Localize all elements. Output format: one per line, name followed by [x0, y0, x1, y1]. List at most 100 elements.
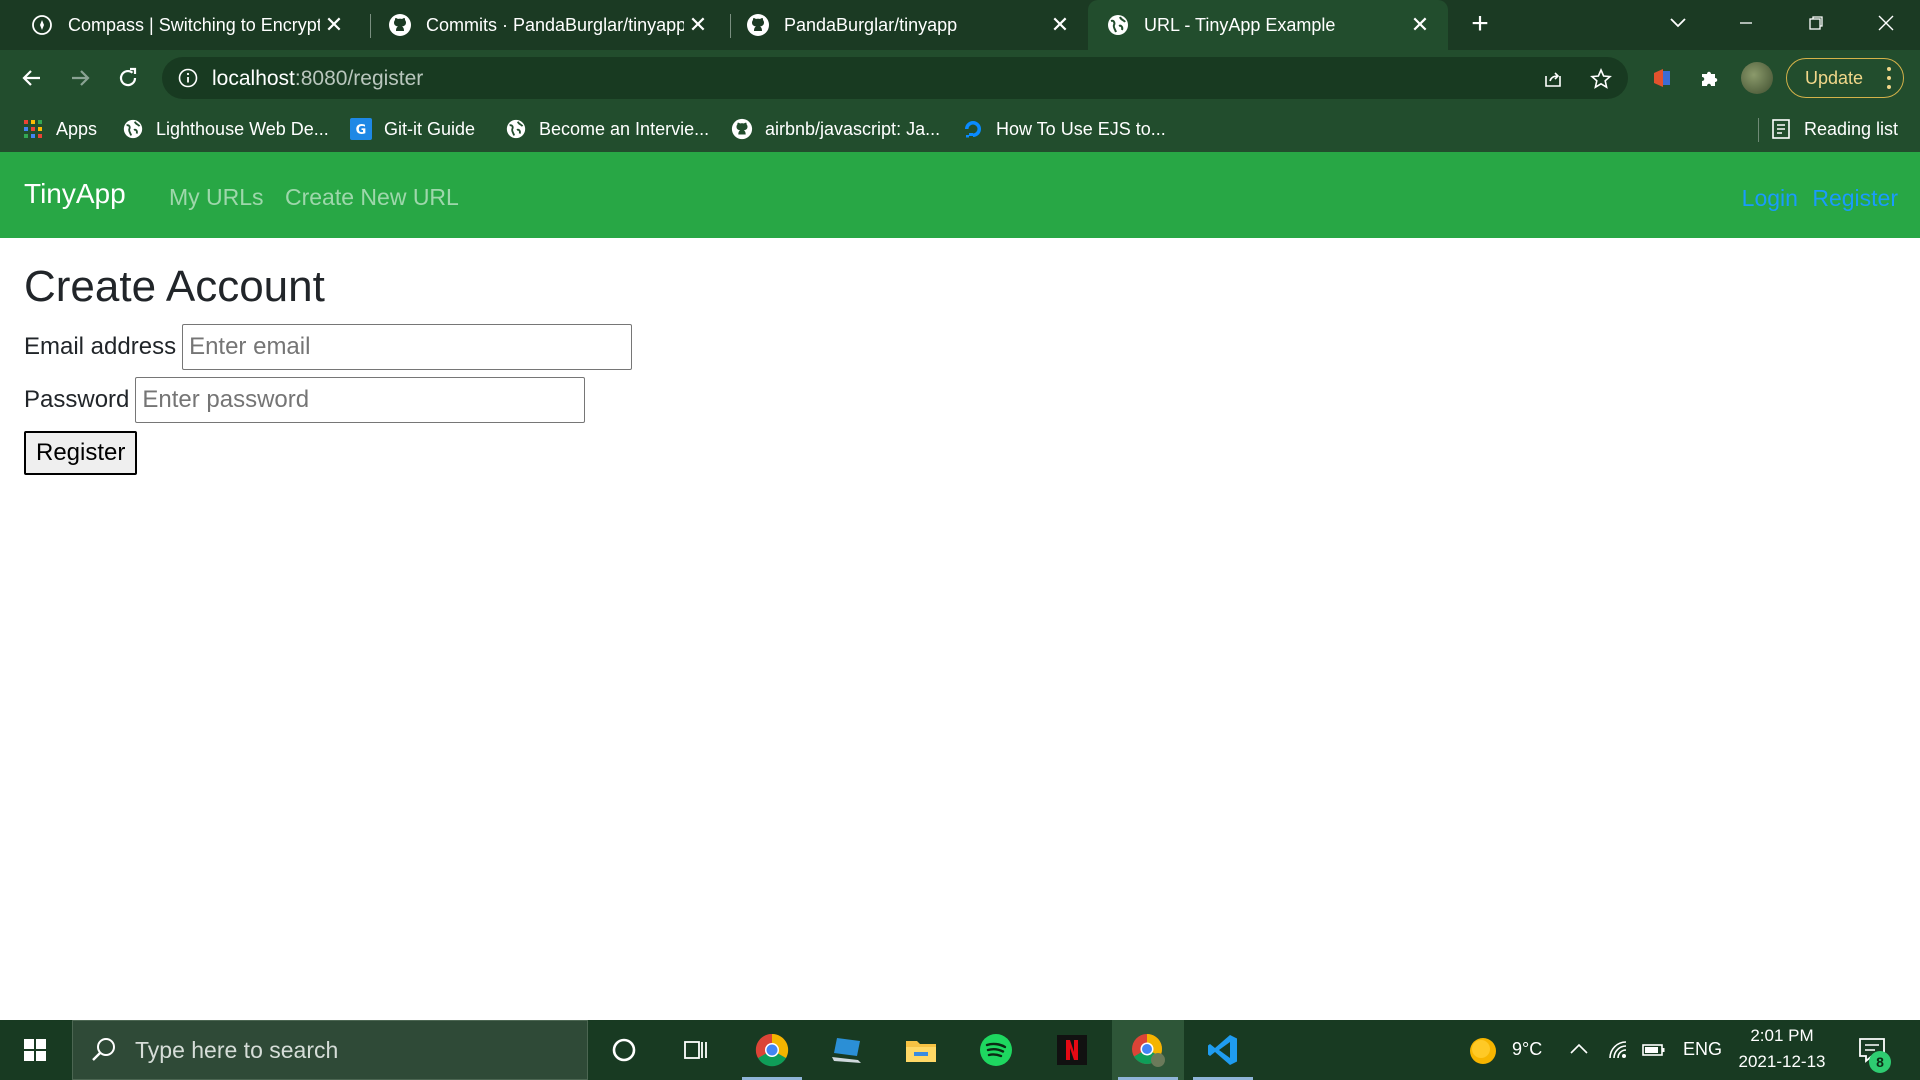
email-field[interactable]: [182, 324, 633, 370]
close-icon[interactable]: ✕: [1046, 11, 1074, 39]
bookmark-lighthouse[interactable]: Lighthouse Web De...: [122, 115, 329, 143]
login-link[interactable]: Login: [1742, 185, 1798, 211]
brand-link[interactable]: TinyApp: [24, 178, 126, 210]
weather-sun-icon[interactable]: [1468, 1036, 1498, 1071]
globe-icon: [122, 118, 144, 140]
tray-overflow-icon[interactable]: [1568, 1038, 1590, 1065]
bookmarks-bar: Apps Lighthouse Web De... G Git-it Guide…: [0, 106, 1920, 152]
vscode-icon: [1208, 1035, 1237, 1065]
close-icon[interactable]: ✕: [320, 11, 348, 39]
tab-commits[interactable]: Commits · PandaBurglar/tinyapp ✕: [360, 0, 726, 50]
url-path: :8080/register: [294, 67, 424, 90]
page-title: Create Account: [24, 262, 325, 311]
bookmark-ejs[interactable]: How To Use EJS to...: [962, 115, 1166, 143]
taskbar-file-explorer[interactable]: [885, 1020, 957, 1080]
arrow-right-icon: [72, 70, 90, 86]
bookmark-label: airbnb/javascript: Ja...: [765, 118, 941, 139]
windows-logo-icon: [24, 1039, 46, 1061]
bookmark-git-it[interactable]: G Git-it Guide: [350, 115, 475, 143]
battery-icon[interactable]: [1641, 1039, 1667, 1066]
github-icon: [731, 118, 753, 140]
clock-time[interactable]: 2:01 PM: [1736, 1026, 1828, 1046]
tab-title: URL - TinyApp Example: [1144, 14, 1336, 35]
register-button[interactable]: Register: [24, 431, 138, 475]
bookmark-star-icon[interactable]: [1588, 66, 1614, 92]
restore-icon: [1809, 16, 1823, 30]
globe-icon: [505, 118, 527, 140]
clock-date[interactable]: 2021-12-13: [1726, 1052, 1838, 1072]
nav-create-new-url[interactable]: Create New URL: [285, 184, 459, 211]
office-extension-icon[interactable]: [1646, 62, 1678, 94]
cortana-button[interactable]: [588, 1020, 660, 1080]
register-link[interactable]: Register: [1812, 185, 1898, 211]
tab-title: Compass | Switching to Encrypted: [68, 14, 320, 35]
tab-search-button[interactable]: [1648, 0, 1708, 46]
taskbar-vscode[interactable]: [1187, 1020, 1259, 1080]
wifi-icon[interactable]: [1606, 1038, 1630, 1065]
spotify-icon: [980, 1034, 1012, 1066]
email-row: Email address: [24, 324, 633, 370]
taskbar-netflix[interactable]: [1036, 1020, 1108, 1080]
search-placeholder: Type here to search: [135, 1036, 339, 1063]
extensions-puzzle-icon[interactable]: [1694, 62, 1726, 94]
bookmark-label: Become an Intervie...: [539, 118, 710, 139]
update-label: Update: [1805, 67, 1864, 88]
windows-taskbar: Type here to search 9°C ENG 2:01 PM 2021…: [0, 1020, 1920, 1080]
restore-button[interactable]: [1786, 0, 1846, 46]
bookmark-label: Git-it Guide: [384, 118, 476, 139]
taskbar-chrome-profile[interactable]: [1112, 1020, 1184, 1080]
task-view-button[interactable]: [660, 1020, 732, 1080]
info-icon[interactable]: [178, 68, 198, 88]
chevron-down-icon: [1670, 18, 1686, 28]
tab-repo[interactable]: PandaBurglar/tinyapp ✕: [718, 0, 1088, 50]
g-badge-icon: G: [350, 118, 372, 140]
search-icon: [92, 1038, 115, 1061]
cortana-icon: [612, 1038, 636, 1062]
bookmark-airbnb[interactable]: airbnb/javascript: Ja...: [731, 115, 940, 143]
back-button[interactable]: [14, 60, 50, 96]
password-field[interactable]: [135, 377, 586, 423]
file-explorer-icon: [906, 1041, 936, 1062]
taskbar-laptop-app[interactable]: [811, 1020, 883, 1080]
reload-icon: [119, 67, 137, 87]
weather-temp[interactable]: 9°C: [1512, 1039, 1542, 1060]
new-tab-button[interactable]: +: [1464, 9, 1496, 41]
close-icon[interactable]: ✕: [684, 11, 712, 39]
bookmark-label: Lighthouse Web De...: [156, 118, 329, 139]
more-vertical-icon: [1887, 67, 1891, 89]
tab-compass[interactable]: Compass | Switching to Encrypted ✕: [0, 0, 362, 50]
reading-list-icon: [1770, 118, 1792, 140]
reading-list-button[interactable]: Reading list: [1770, 115, 1898, 143]
close-icon: [1878, 15, 1894, 31]
minimize-button[interactable]: [1716, 0, 1776, 46]
github-icon: [388, 13, 412, 37]
profile-avatar[interactable]: [1741, 62, 1773, 94]
globe-icon: [1106, 13, 1130, 37]
browser-toolbar: localhost:8080/register Update: [0, 50, 1920, 106]
nav-my-urls[interactable]: My URLs: [169, 184, 264, 211]
apps-grid-icon: [22, 118, 44, 140]
bookmark-interview[interactable]: Become an Intervie...: [505, 115, 709, 143]
share-icon[interactable]: [1540, 66, 1566, 92]
close-icon[interactable]: ✕: [1406, 11, 1434, 39]
auth-links: Login Register: [1742, 185, 1898, 212]
start-button[interactable]: [0, 1020, 70, 1080]
bookmark-apps[interactable]: Apps: [22, 115, 97, 143]
arrow-left-icon: [22, 70, 40, 86]
taskbar-search[interactable]: Type here to search: [72, 1020, 588, 1080]
svg-text:G: G: [356, 123, 367, 138]
update-button[interactable]: Update: [1786, 58, 1904, 98]
tab-tinyapp[interactable]: URL - TinyApp Example ✕: [1088, 0, 1448, 50]
reading-list-label: Reading list: [1804, 118, 1899, 139]
browser-tab-strip: Compass | Switching to Encrypted ✕ Commi…: [0, 0, 1920, 50]
chrome-profile-icon: [1132, 1034, 1165, 1067]
netflix-icon: [1057, 1035, 1087, 1065]
taskbar-spotify[interactable]: [960, 1020, 1032, 1080]
language-indicator[interactable]: ENG: [1683, 1039, 1722, 1060]
taskbar-chrome[interactable]: [736, 1020, 808, 1080]
address-bar[interactable]: localhost:8080/register: [162, 57, 1628, 99]
close-window-button[interactable]: [1856, 0, 1916, 46]
url-text[interactable]: localhost:8080/register: [212, 67, 423, 91]
forward-button[interactable]: [62, 60, 98, 96]
reload-button[interactable]: [110, 60, 146, 96]
